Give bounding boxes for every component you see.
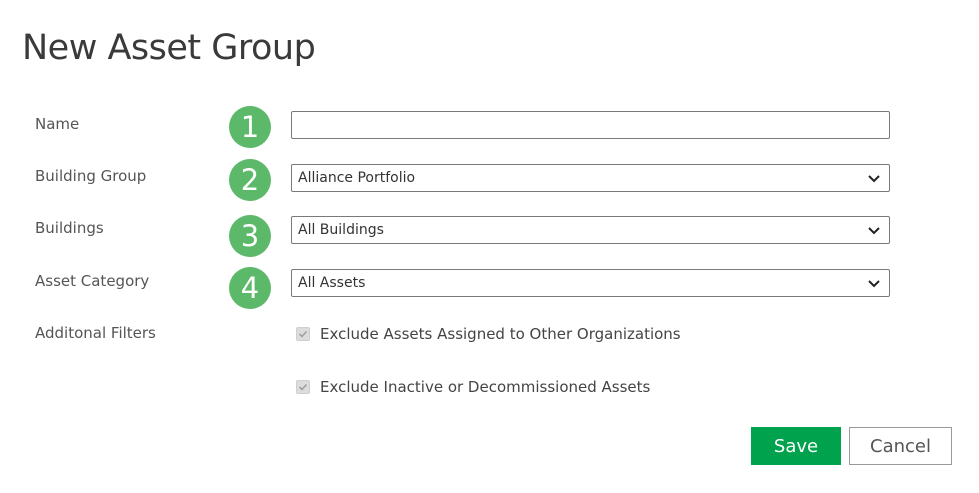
step-badge-4: 4	[229, 267, 271, 309]
buildings-value: All Buildings	[298, 222, 384, 238]
name-input[interactable]	[291, 111, 890, 139]
chevron-down-icon	[868, 227, 880, 235]
checkmark-icon	[298, 383, 308, 391]
filter-exclude-other-orgs[interactable]: Exclude Assets Assigned to Other Organiz…	[296, 325, 681, 343]
step-badge-1: 1	[229, 106, 271, 148]
step-badge-3: 3	[229, 215, 271, 257]
exclude-other-orgs-checkbox[interactable]	[296, 327, 310, 341]
exclude-other-orgs-label: Exclude Assets Assigned to Other Organiz…	[320, 325, 681, 343]
name-label: Name	[35, 115, 80, 133]
step-badge-2: 2	[229, 159, 271, 201]
filter-exclude-inactive[interactable]: Exclude Inactive or Decommissioned Asset…	[296, 378, 650, 396]
page-title: New Asset Group	[22, 28, 316, 68]
buildings-label: Buildings	[35, 219, 104, 237]
checkmark-icon	[298, 330, 308, 338]
asset-category-label: Asset Category	[35, 272, 150, 290]
asset-category-value: All Assets	[298, 275, 366, 291]
chevron-down-icon	[868, 280, 880, 288]
chevron-down-icon	[868, 175, 880, 183]
additional-filters-label: Additonal Filters	[35, 324, 156, 342]
exclude-inactive-label: Exclude Inactive or Decommissioned Asset…	[320, 378, 651, 396]
building-group-select[interactable]: Alliance Portfolio	[291, 164, 890, 192]
building-group-label: Building Group	[35, 167, 147, 185]
exclude-inactive-checkbox[interactable]	[296, 380, 310, 394]
save-button[interactable]: Save	[751, 427, 841, 465]
buildings-select[interactable]: All Buildings	[291, 216, 890, 244]
building-group-value: Alliance Portfolio	[298, 170, 416, 186]
cancel-button[interactable]: Cancel	[849, 427, 952, 465]
asset-category-select[interactable]: All Assets	[291, 269, 890, 297]
